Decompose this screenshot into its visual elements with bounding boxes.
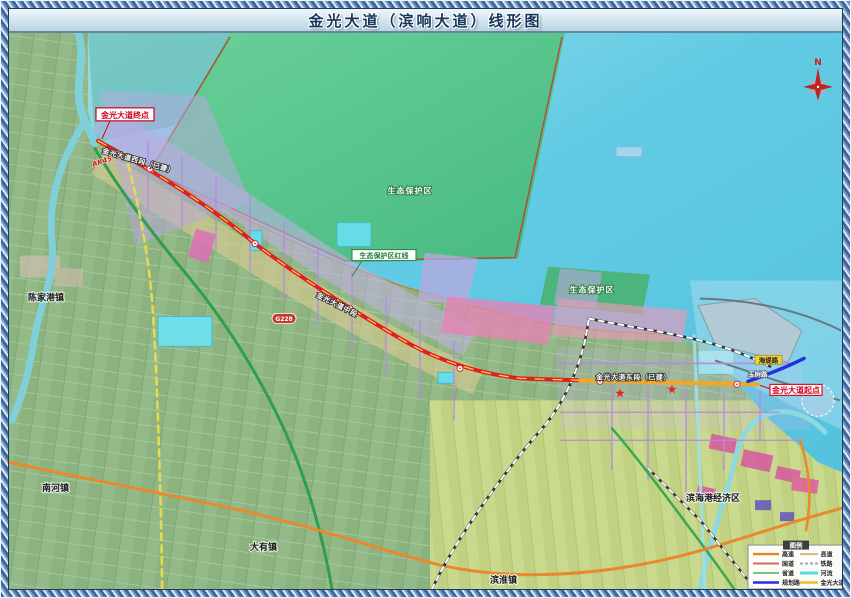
map-area: 金光大道终点 金光大道起点 生态保护区红线 生态保护区 生态保护区 xyxy=(9,33,842,589)
svg-text:N: N xyxy=(814,58,822,68)
legend-label-planned: 规划路 xyxy=(782,579,801,587)
yushu-road-label: 玉树路 xyxy=(748,369,768,378)
svg-text:海堤路: 海堤路 xyxy=(759,355,779,364)
legend-label-national: 国道 xyxy=(782,560,794,568)
legend-title: 图例 xyxy=(790,541,803,550)
town-dayou: 大有镇 xyxy=(250,541,277,553)
page-title: 金光大道（滨响大道）线形图 xyxy=(308,10,542,31)
drawing-sheet: 金光大道（滨响大道）线形图 xyxy=(0,0,851,598)
eco-area-name-1: 生态保护区 xyxy=(388,186,433,196)
svg-text:生态保护区红线: 生态保护区红线 xyxy=(360,251,409,260)
svg-text:G228: G228 xyxy=(275,316,292,323)
svg-text:金光大道终点: 金光大道终点 xyxy=(100,110,149,120)
title-bar: 金光大道（滨响大道）线形图 xyxy=(9,9,842,33)
svg-text:金光大道起点: 金光大道起点 xyxy=(771,385,820,395)
legend-label-provincial: 省道 xyxy=(781,570,794,578)
sheet-inner: 金光大道（滨响大道）线形图 xyxy=(8,8,843,590)
legend-label-expressway: 高速 xyxy=(782,551,794,559)
town-chenjiagang: 陈家港镇 xyxy=(28,292,64,304)
g228-shield: G228 xyxy=(272,313,296,323)
east-section-label: 金光大道东段（已建） xyxy=(595,372,671,381)
sea-annotation-box xyxy=(616,147,642,157)
legend-label-county: 县道 xyxy=(821,551,833,559)
map-canvas: 金光大道终点 金光大道起点 生态保护区红线 生态保护区 生态保护区 xyxy=(9,33,842,589)
town-binhuai: 滨淮镇 xyxy=(490,574,517,586)
legend-label-jinguang: 金光大道 xyxy=(819,579,842,587)
legend-label-railway: 铁路 xyxy=(821,560,834,568)
legend: 图例 高速 国道 省道 规划路 县道 铁路 河流 金光大道 xyxy=(748,541,842,589)
eco-area-name-2: 生态保护区 xyxy=(570,285,615,295)
town-nanhe: 南河镇 xyxy=(42,482,69,494)
legend-label-river: 河流 xyxy=(821,570,833,578)
zone-binhai-port: 滨海港经济区 xyxy=(686,492,740,504)
seawall-road-label: 海堤路 xyxy=(755,355,782,364)
